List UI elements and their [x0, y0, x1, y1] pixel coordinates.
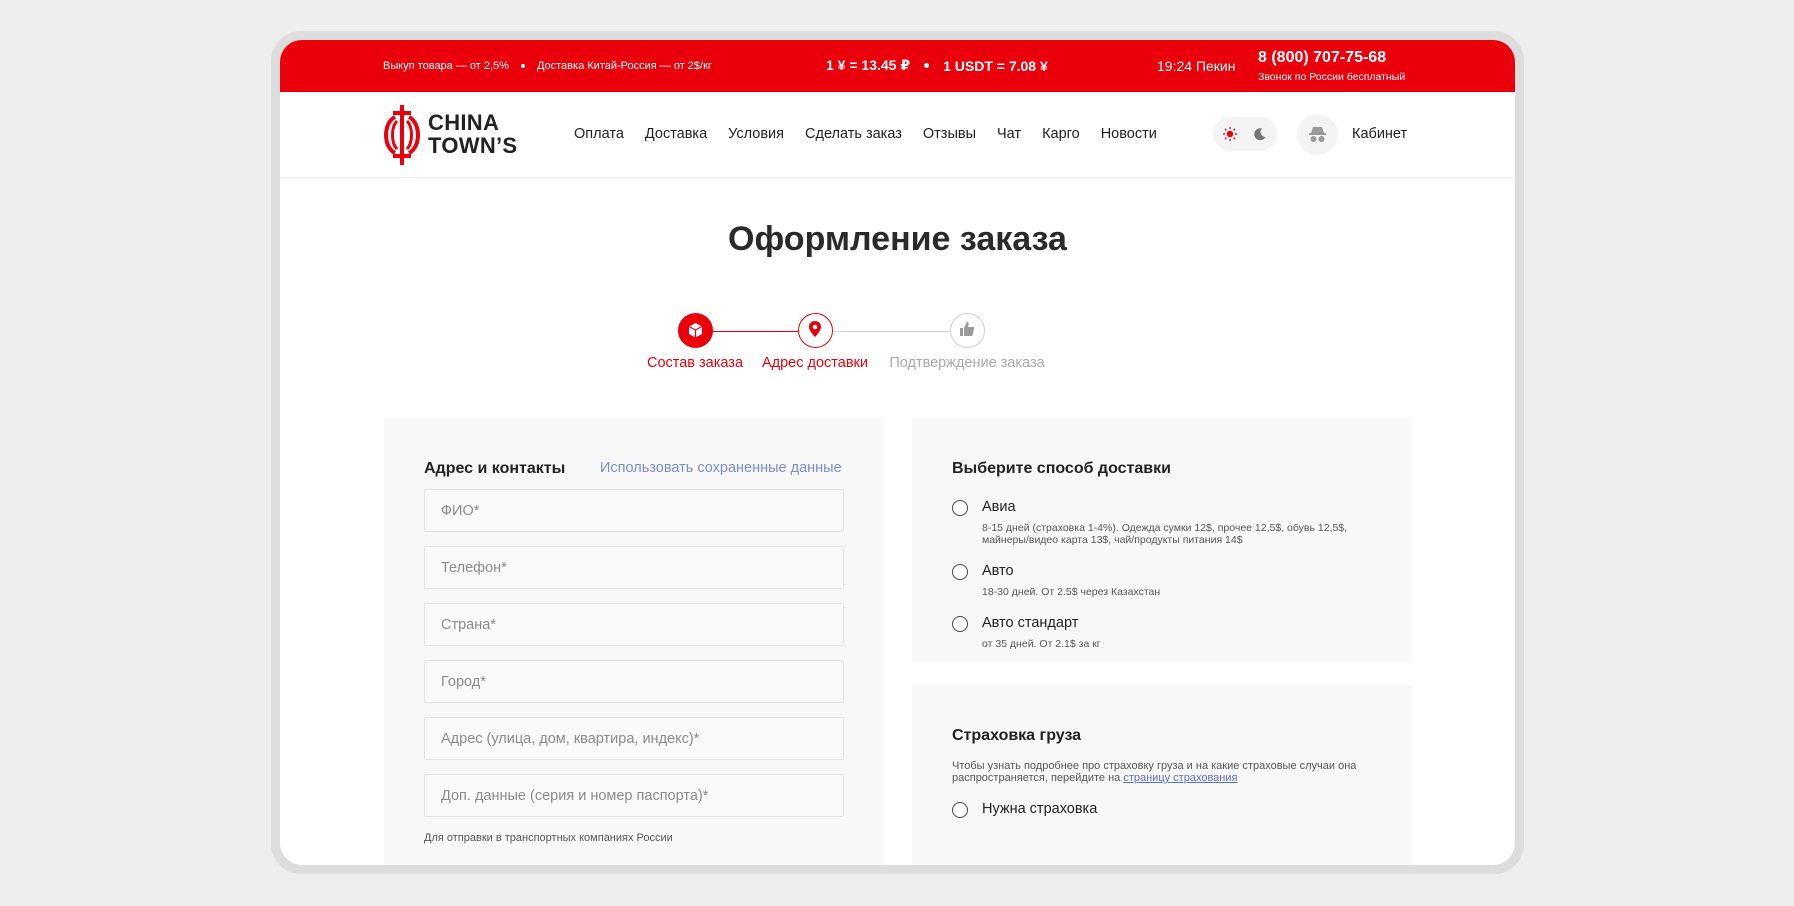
logo-wordmark: CHINA TOWN’S [428, 111, 517, 157]
radio-avia[interactable] [952, 500, 968, 516]
rate-cny-rub: 1 ¥ = 13.45 ₽ [826, 57, 911, 73]
nav-item-chat[interactable]: Чат [997, 126, 1021, 142]
beijing-time: 19:24 Пекин [1157, 58, 1236, 74]
step-connector-pending [833, 331, 950, 332]
step-2-circle[interactable] [798, 313, 833, 348]
logo-line-1: CHINA [428, 110, 500, 135]
passport-field[interactable] [424, 774, 844, 817]
logo-line-2: TOWN’S [428, 133, 518, 158]
insurance-page-link[interactable]: страницу страхования [1123, 772, 1237, 784]
radio-auto[interactable] [952, 564, 968, 580]
site-logo[interactable]: CHINA TOWN’S [383, 105, 528, 165]
sun-icon[interactable] [1222, 126, 1238, 142]
lantern-logo-icon [384, 105, 420, 165]
moon-icon[interactable] [1252, 126, 1268, 142]
avatar[interactable] [1297, 114, 1338, 155]
top-info-bar: Выкуп товара — от 2,5% Доставка Китай-Ро… [280, 40, 1515, 92]
city-field[interactable] [424, 660, 844, 703]
country-field[interactable] [424, 603, 844, 646]
step-1-circle[interactable] [678, 313, 713, 348]
address-card-title: Адрес и контакты [424, 460, 566, 477]
phone-note: Звонок по России бесплатный [1258, 71, 1406, 83]
option-description: от 35 дней. От 2.1$ за кг [982, 638, 1101, 650]
separator-dot [924, 63, 930, 68]
option-label[interactable]: Авто стандарт [982, 615, 1078, 631]
exchange-rates: 1 ¥ = 13.45 ₽ 1 USDT = 7.08 ¥ [826, 57, 1048, 74]
nav-item-reviews[interactable]: Отзывы [923, 126, 976, 142]
nav-item-news[interactable]: Новости [1101, 126, 1157, 142]
option-description: 18-30 дней. От 2.5$ через Казахстан [982, 586, 1161, 598]
option-label[interactable]: Авто [982, 563, 1014, 579]
insurance-card: Страховка груза Чтобы узнать подробнее п… [912, 685, 1412, 865]
step-3-circle[interactable] [950, 313, 985, 348]
main-navbar: CHINA TOWN’S Оплата Доставка Условия Сде… [280, 92, 1515, 178]
page-title: Оформление заказа [728, 220, 1067, 258]
insurance-description: Чтобы узнать подробнее про страховку гру… [952, 760, 1382, 784]
rate-usdt-cny: 1 USDT = 7.08 ¥ [943, 57, 1048, 74]
nav-item-terms[interactable]: Условия [728, 126, 784, 142]
step-3-label[interactable]: Подтверждение заказа [867, 355, 1067, 371]
option-label[interactable]: Авиа [982, 499, 1016, 515]
phone-field[interactable] [424, 546, 844, 589]
address-card: Адрес и контакты Использовать сохраненны… [384, 418, 884, 865]
insurance-card-title: Страховка груза [952, 727, 1082, 744]
nav-item-delivery[interactable]: Доставка [645, 126, 707, 142]
delivery-card-title: Выберите способ доставки [952, 460, 1171, 477]
radio-insurance[interactable] [952, 802, 968, 818]
promo-delivery: Доставка Китай-Россия — от 2$/кг [536, 60, 712, 72]
delivery-method-card: Выберите способ доставки Авиа 8-15 дней … [912, 418, 1412, 662]
separator-dot [520, 64, 525, 68]
nav-menu: Оплата Доставка Условия Сделать заказ От… [574, 126, 1157, 142]
promo-info: Выкуп товара — от 2,5% Доставка Китай-Ро… [383, 60, 712, 72]
radio-auto-standard[interactable] [952, 616, 968, 632]
user-incognito-icon [1309, 127, 1326, 142]
full-name-field[interactable] [424, 489, 844, 532]
theme-toggle[interactable] [1213, 117, 1277, 151]
nav-item-cargo[interactable]: Карго [1042, 126, 1080, 142]
browser-screen: Выкуп товара — от 2,5% Доставка Китай-Ро… [280, 40, 1515, 865]
promo-buyout: Выкуп товара — от 2,5% [383, 60, 509, 72]
nav-item-payment[interactable]: Оплата [574, 126, 624, 142]
cabinet-link[interactable]: Кабинет [1352, 126, 1407, 142]
nav-item-make-order[interactable]: Сделать заказ [805, 126, 902, 142]
field-hint: Для отправки в транспортных компаниях Ро… [424, 832, 673, 844]
box-icon [688, 323, 703, 338]
thumbs-up-icon [960, 322, 975, 336]
phone-link[interactable]: 8 (800) 707-75-68 [1258, 49, 1386, 67]
option-description: 8-15 дней (страховка 1-4%). Одежда сумки… [982, 522, 1348, 546]
location-pin-icon [809, 321, 821, 337]
option-label[interactable]: Нужна страховка [982, 801, 1097, 817]
address-field[interactable] [424, 717, 844, 760]
use-saved-data-link[interactable]: Использовать сохраненные данные [600, 460, 842, 476]
